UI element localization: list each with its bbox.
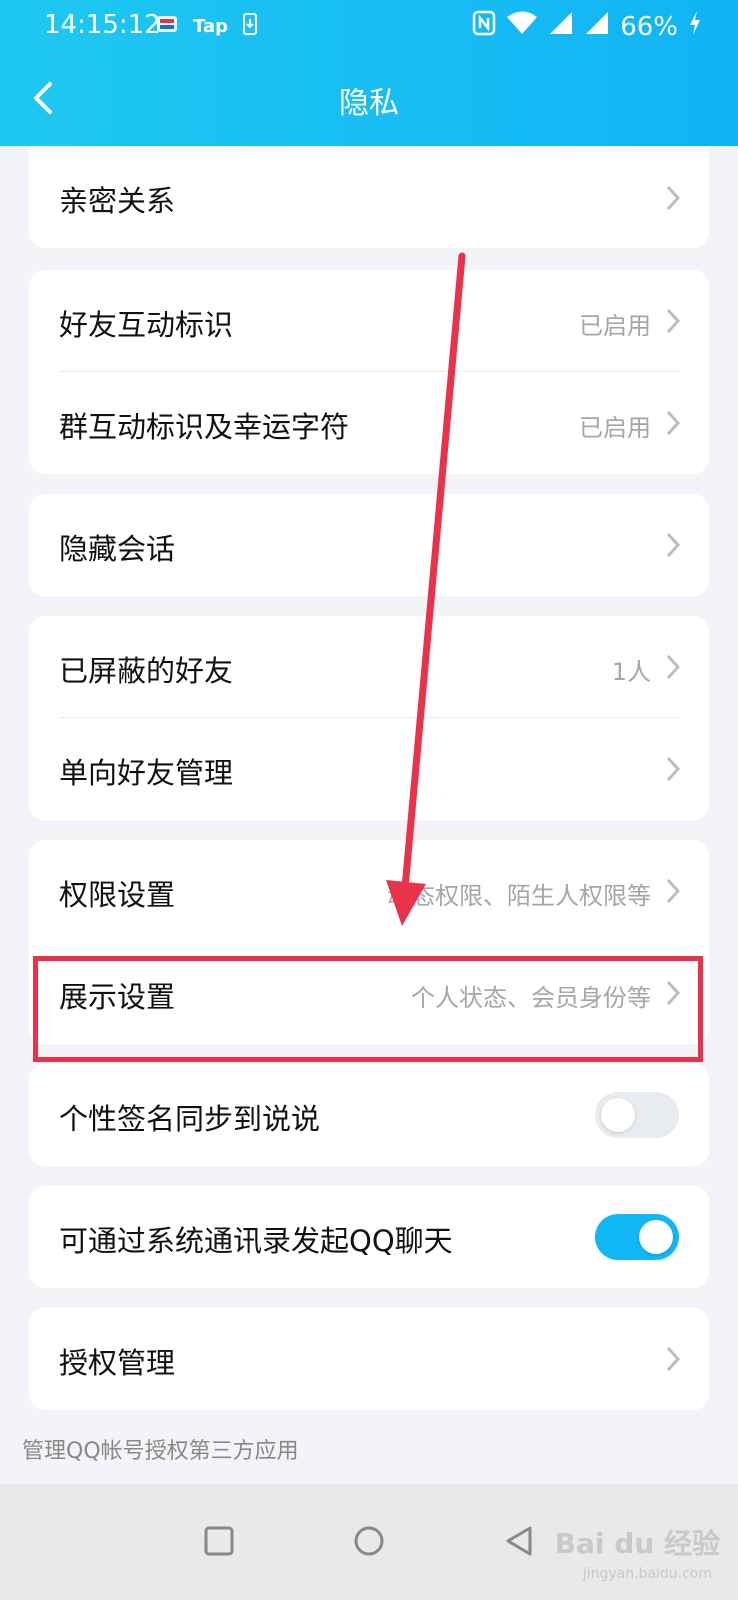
settings-group: 个性签名同步到说说 — [29, 1064, 709, 1166]
chevron-right-icon — [666, 654, 681, 680]
row-contacts-qq-chat: 可通过系统通讯录发起QQ聊天 — [29, 1186, 709, 1288]
chevron-right-icon — [666, 1346, 681, 1372]
signal-icon-2 — [584, 10, 610, 43]
chevron-right-icon — [666, 878, 681, 904]
settings-group: 可通过系统通讯录发起QQ聊天 — [29, 1186, 709, 1288]
row-label: 群互动标识及幸运字符 — [59, 410, 350, 444]
home-icon[interactable] — [346, 1518, 392, 1564]
row-label: 授权管理 — [59, 1346, 176, 1380]
chevron-right-icon — [666, 980, 681, 1006]
status-bar: 14:15:12 Tap 66% — [0, 0, 738, 56]
settings-group: 隐藏会话 — [29, 494, 709, 596]
row-label: 个性签名同步到说说 — [59, 1102, 321, 1136]
row-label: 可通过系统通讯录发起QQ聊天 — [59, 1224, 453, 1258]
signature-sync-toggle[interactable] — [595, 1092, 679, 1138]
row-value: 已启用 — [579, 312, 651, 340]
settings-group: 权限设置 动态权限、陌生人权限等 展示设置 个人状态、会员身份等 — [29, 840, 709, 1044]
row-label: 亲密关系 — [59, 184, 176, 218]
row-permission-settings[interactable]: 权限设置 动态权限、陌生人权限等 — [29, 840, 709, 942]
toggle-knob — [639, 1220, 673, 1254]
settings-group: 好友互动标识 已启用 群互动标识及幸运字符 已启用 — [29, 270, 709, 474]
tap-app-icon: Tap — [193, 16, 228, 37]
row-display-settings[interactable]: 展示设置 个人状态、会员身份等 — [29, 942, 709, 1044]
row-label: 权限设置 — [59, 878, 176, 912]
authorization-footnote: 管理QQ帐号授权第三方应用 — [22, 1439, 299, 1464]
row-value: 个人状态、会员身份等 — [411, 984, 651, 1012]
app-header: 14:15:12 Tap 66% 隐私 — [0, 0, 738, 146]
page-title: 隐私 — [339, 86, 399, 121]
battery-percent: 66% — [620, 11, 678, 42]
row-label: 隐藏会话 — [59, 532, 176, 566]
chevron-right-icon — [666, 532, 681, 558]
baidu-watermark: Bai du 经验 — [554, 1527, 720, 1560]
row-group-interaction-marks[interactable]: 群互动标识及幸运字符 已启用 — [29, 372, 709, 474]
row-label: 已屏蔽的好友 — [59, 654, 234, 688]
row-one-way-friends[interactable]: 单向好友管理 — [29, 718, 709, 820]
chevron-right-icon — [666, 185, 681, 211]
row-value: 动态权限、陌生人权限等 — [387, 882, 651, 910]
toggle-knob — [601, 1098, 635, 1132]
row-label: 好友互动标识 — [59, 308, 234, 342]
row-value: 已启用 — [579, 414, 651, 442]
signal-icon — [548, 10, 574, 43]
nfc-icon — [472, 10, 496, 43]
row-blocked-friends[interactable]: 已屏蔽的好友 1人 — [29, 616, 709, 718]
row-label: 展示设置 — [59, 980, 176, 1014]
contacts-qq-chat-toggle[interactable] — [595, 1214, 679, 1260]
row-value: 1人 — [611, 658, 651, 686]
charging-icon — [688, 10, 702, 43]
app-icon — [155, 12, 179, 41]
chevron-right-icon — [666, 410, 681, 436]
settings-list: 亲密关系 好友互动标识 已启用 群互动标识及幸运字符 已启用 隐藏会话 已屏蔽的… — [0, 146, 738, 1484]
row-authorization-management[interactable]: 授权管理 — [29, 1308, 709, 1410]
row-friend-interaction-marks[interactable]: 好友互动标识 已启用 — [29, 270, 709, 372]
settings-group: 已屏蔽的好友 1人 单向好友管理 — [29, 616, 709, 820]
recent-apps-icon[interactable] — [196, 1518, 242, 1564]
settings-group: 授权管理 — [29, 1308, 709, 1410]
back-triangle-icon[interactable] — [496, 1518, 542, 1564]
status-time: 14:15:12 — [44, 10, 161, 40]
chevron-right-icon — [666, 756, 681, 782]
row-label: 单向好友管理 — [59, 756, 234, 790]
baidu-watermark-url: jingyan.baidu.com — [582, 1566, 712, 1582]
wifi-icon — [506, 10, 538, 43]
row-intimate-relationship[interactable]: 亲密关系 — [29, 146, 709, 248]
chevron-right-icon — [666, 308, 681, 334]
settings-group: 亲密关系 — [29, 146, 709, 248]
row-hidden-chats[interactable]: 隐藏会话 — [29, 494, 709, 596]
row-signature-sync: 个性签名同步到说说 — [29, 1064, 709, 1166]
download-icon — [242, 12, 258, 41]
